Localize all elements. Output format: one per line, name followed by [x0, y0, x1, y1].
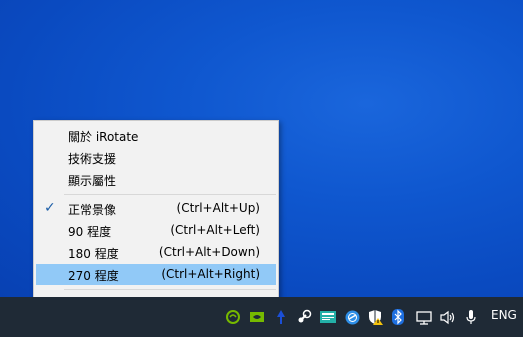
menu-item-label: 正常景像: [68, 203, 117, 217]
taskbar: ENG: [0, 297, 523, 337]
menu-separator: [64, 289, 276, 290]
menu-item-label: 90 程度: [68, 225, 112, 239]
menu-item-shortcut: (Ctrl+Alt+Right): [161, 267, 260, 281]
menu-item-support[interactable]: 技術支援: [36, 147, 276, 168]
menu-item-shortcut: (Ctrl+Alt+Up): [176, 201, 260, 215]
steam-icon[interactable]: [295, 306, 313, 328]
menu-item-label: 關於 iRotate: [68, 130, 139, 144]
menu-item-shortcut: (Ctrl+Alt+Left): [170, 223, 260, 237]
monitor-network-icon[interactable]: [414, 306, 434, 328]
nvidia-icon[interactable]: [224, 306, 242, 328]
microphone-icon[interactable]: [463, 306, 479, 328]
bluetooth-icon[interactable]: [391, 306, 405, 328]
menu-item-label: 270 程度: [68, 269, 119, 283]
menu-item-about[interactable]: 關於 iRotate: [36, 125, 276, 146]
menu-separator: [64, 194, 276, 195]
irotate-context-menu: 關於 iRotate 技術支援 顯示屬性 ✓ 正常景像 (Ctrl+Alt+Up…: [33, 120, 279, 316]
menu-item-normal[interactable]: ✓ 正常景像 (Ctrl+Alt+Up): [36, 198, 276, 219]
menu-item-rotate-270[interactable]: 270 程度 (Ctrl+Alt+Right): [36, 264, 276, 285]
menu-item-label: 180 程度: [68, 247, 119, 261]
menu-item-rotate-90[interactable]: 90 程度 (Ctrl+Alt+Left): [36, 220, 276, 241]
network-status-icon[interactable]: [343, 306, 361, 328]
menu-item-label: 技術支援: [68, 152, 117, 166]
irotate-icon[interactable]: [272, 306, 290, 328]
keyboard-icon[interactable]: [319, 306, 337, 328]
menu-item-display-properties[interactable]: 顯示屬性: [36, 169, 276, 190]
checkmark-icon: ✓: [44, 200, 56, 216]
nvidia-icon[interactable]: [248, 306, 266, 328]
menu-item-label: 顯示屬性: [68, 174, 117, 188]
menu-item-shortcut: (Ctrl+Alt+Down): [158, 245, 260, 259]
volume-icon[interactable]: [438, 306, 458, 328]
menu-item-rotate-180[interactable]: 180 程度 (Ctrl+Alt+Down): [36, 242, 276, 263]
security-warning-icon[interactable]: [367, 306, 385, 328]
language-indicator[interactable]: ENG: [491, 308, 517, 322]
